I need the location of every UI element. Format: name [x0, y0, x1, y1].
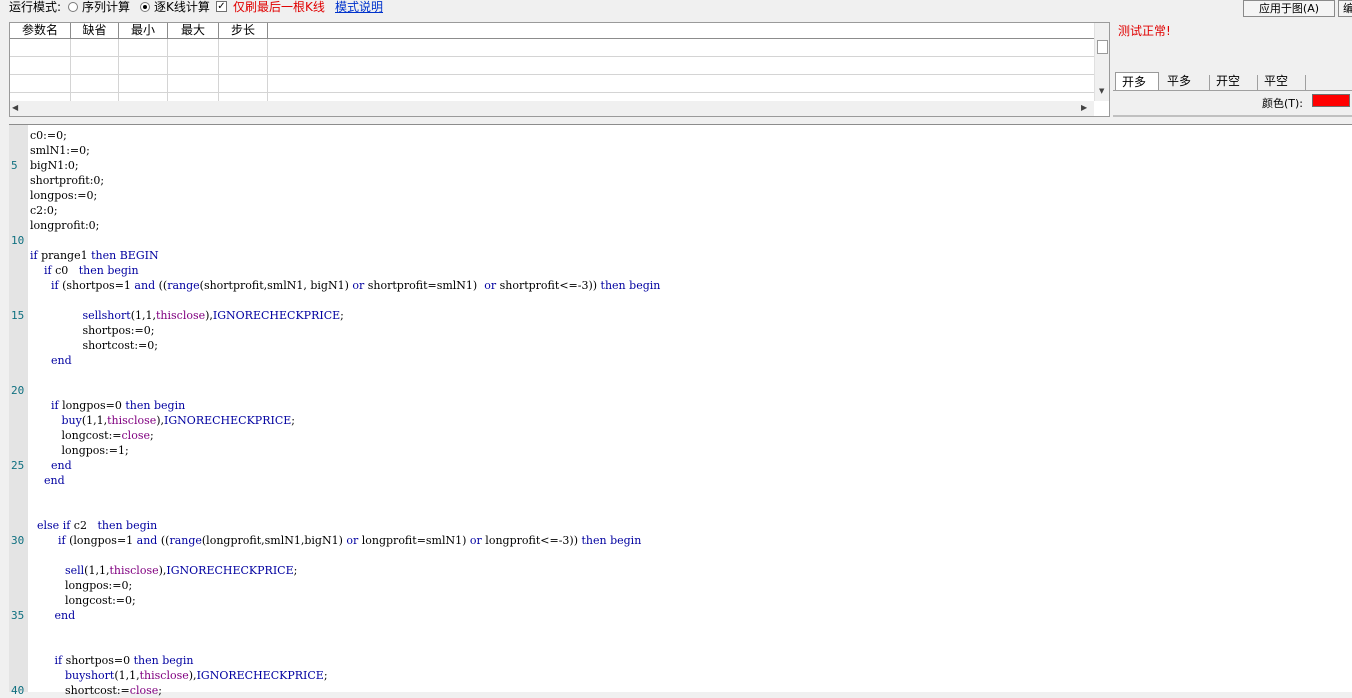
scroll-down-icon[interactable]: ▼: [1099, 87, 1104, 95]
line-number: 10: [11, 234, 25, 247]
radio-per-bar[interactable]: [140, 2, 150, 12]
code-line[interactable]: longcost:=close;: [30, 428, 153, 443]
line-number: 20: [11, 384, 25, 397]
radio-per-bar-label[interactable]: 逐K线计算: [154, 0, 210, 15]
tab-open-long[interactable]: 开多: [1115, 72, 1159, 90]
toolbar: 运行模式: 序列计算 逐K线计算 ✓ 仅刷最后一根K线 模式说明: [0, 0, 1352, 18]
code-line[interactable]: c0:=0;: [30, 128, 67, 143]
code-line[interactable]: end: [30, 473, 65, 488]
code-line[interactable]: else if c2 then begin: [30, 518, 157, 533]
color-label: 颜色(T):: [1262, 97, 1304, 110]
col-max[interactable]: 最大: [168, 23, 219, 38]
only-last-bar-checkbox[interactable]: ✓: [216, 1, 227, 12]
radio-sequence-label[interactable]: 序列计算: [82, 0, 130, 15]
col-param-name[interactable]: 参数名: [10, 23, 71, 38]
line-number: 25: [11, 459, 25, 472]
tab-separator: [1305, 75, 1306, 90]
code-line[interactable]: sellshort(1,1,thisclose),IGNORECHECKPRIC…: [30, 308, 343, 323]
grid-row-line: [10, 92, 1094, 93]
code-line[interactable]: shortpos:=0;: [30, 323, 154, 338]
grid-horizontal-scrollbar[interactable]: ◀ ▶: [10, 101, 1094, 116]
code-line[interactable]: end: [30, 458, 72, 473]
tab-close-long[interactable]: 平多: [1161, 72, 1205, 90]
grid-header: 参数名 缺省 最小 最大 步长: [10, 23, 1094, 39]
code-line[interactable]: buy(1,1,thisclose),IGNORECHECKPRICE;: [30, 413, 295, 428]
grid-row-line: [10, 74, 1094, 75]
parameter-grid[interactable]: 参数名 缺省 最小 最大 步长 ▼ ◀ ▶: [9, 22, 1110, 117]
code-line[interactable]: end: [30, 608, 75, 623]
line-number: 5: [11, 159, 18, 172]
code-line[interactable]: if shortpos=0 then begin: [30, 653, 193, 668]
code-line[interactable]: longpos:=1;: [30, 443, 128, 458]
scroll-left-icon[interactable]: ◀: [12, 103, 18, 112]
line-number: 15: [11, 309, 25, 322]
mode-help-link[interactable]: 模式说明: [335, 0, 383, 15]
radio-sequence[interactable]: [68, 2, 78, 12]
code-line[interactable]: longcost:=0;: [30, 593, 136, 608]
col-default[interactable]: 缺省: [71, 23, 119, 38]
code-editor[interactable]: 5 10 15 20 25 30 35 40 c0:=0; smlN1:=0; bigN1:0; s…: [9, 124, 1352, 697]
tab-close-short[interactable]: 平空: [1258, 72, 1302, 90]
grid-row-line: [10, 56, 1094, 57]
code-line[interactable]: if (longpos=1 and ((range(longprofit,sml…: [30, 533, 641, 548]
signal-tabs: 开多 平多 开空 平空: [1115, 72, 1315, 90]
code-line[interactable]: if (shortpos=1 and ((range(shortprofit,s…: [30, 278, 660, 293]
code-line[interactable]: buyshort(1,1,thisclose),IGNORECHECKPRICE…: [30, 668, 328, 683]
code-line[interactable]: longprofit:0;: [30, 218, 99, 233]
code-line[interactable]: smlN1:=0;: [30, 143, 90, 158]
scroll-right-icon[interactable]: ▶: [1081, 103, 1087, 112]
scroll-thumb[interactable]: [1097, 40, 1108, 54]
code-line[interactable]: bigN1:0;: [30, 158, 79, 173]
color-swatch[interactable]: [1312, 94, 1350, 107]
grid-vertical-scrollbar[interactable]: ▼: [1094, 23, 1109, 101]
only-last-bar-label[interactable]: 仅刷最后一根K线: [233, 0, 325, 15]
code-line[interactable]: if longpos=0 then begin: [30, 398, 185, 413]
next-button[interactable]: 编: [1338, 0, 1352, 17]
code-line[interactable]: if c0 then begin: [30, 263, 139, 278]
col-step[interactable]: 步长: [219, 23, 268, 38]
tab-open-short[interactable]: 开空: [1210, 72, 1254, 90]
run-mode-label: 运行模式:: [9, 0, 62, 14]
code-line[interactable]: shortcost:=0;: [30, 338, 158, 353]
code-line[interactable]: sell(1,1,thisclose),IGNORECHECKPRICE;: [30, 563, 297, 578]
code-line[interactable]: longpos:=0;: [30, 188, 97, 203]
code-line[interactable]: shortprofit:0;: [30, 173, 104, 188]
code-line[interactable]: if prange1 then BEGIN: [30, 248, 159, 263]
code-line[interactable]: c2:0;: [30, 203, 58, 218]
col-min[interactable]: 最小: [119, 23, 168, 38]
code-line[interactable]: end: [30, 353, 72, 368]
tab-underline: [1113, 90, 1352, 91]
apply-to-chart-button[interactable]: 应用于图(A): [1243, 0, 1335, 17]
code-line[interactable]: longpos:=0;: [30, 578, 132, 593]
panel-divider: [1113, 115, 1352, 117]
line-number-gutter: 5 10 15 20 25 30 35 40: [9, 125, 28, 697]
test-status: 测试正常!: [1118, 24, 1171, 38]
line-number: 30: [11, 534, 25, 547]
line-number: 35: [11, 609, 25, 622]
